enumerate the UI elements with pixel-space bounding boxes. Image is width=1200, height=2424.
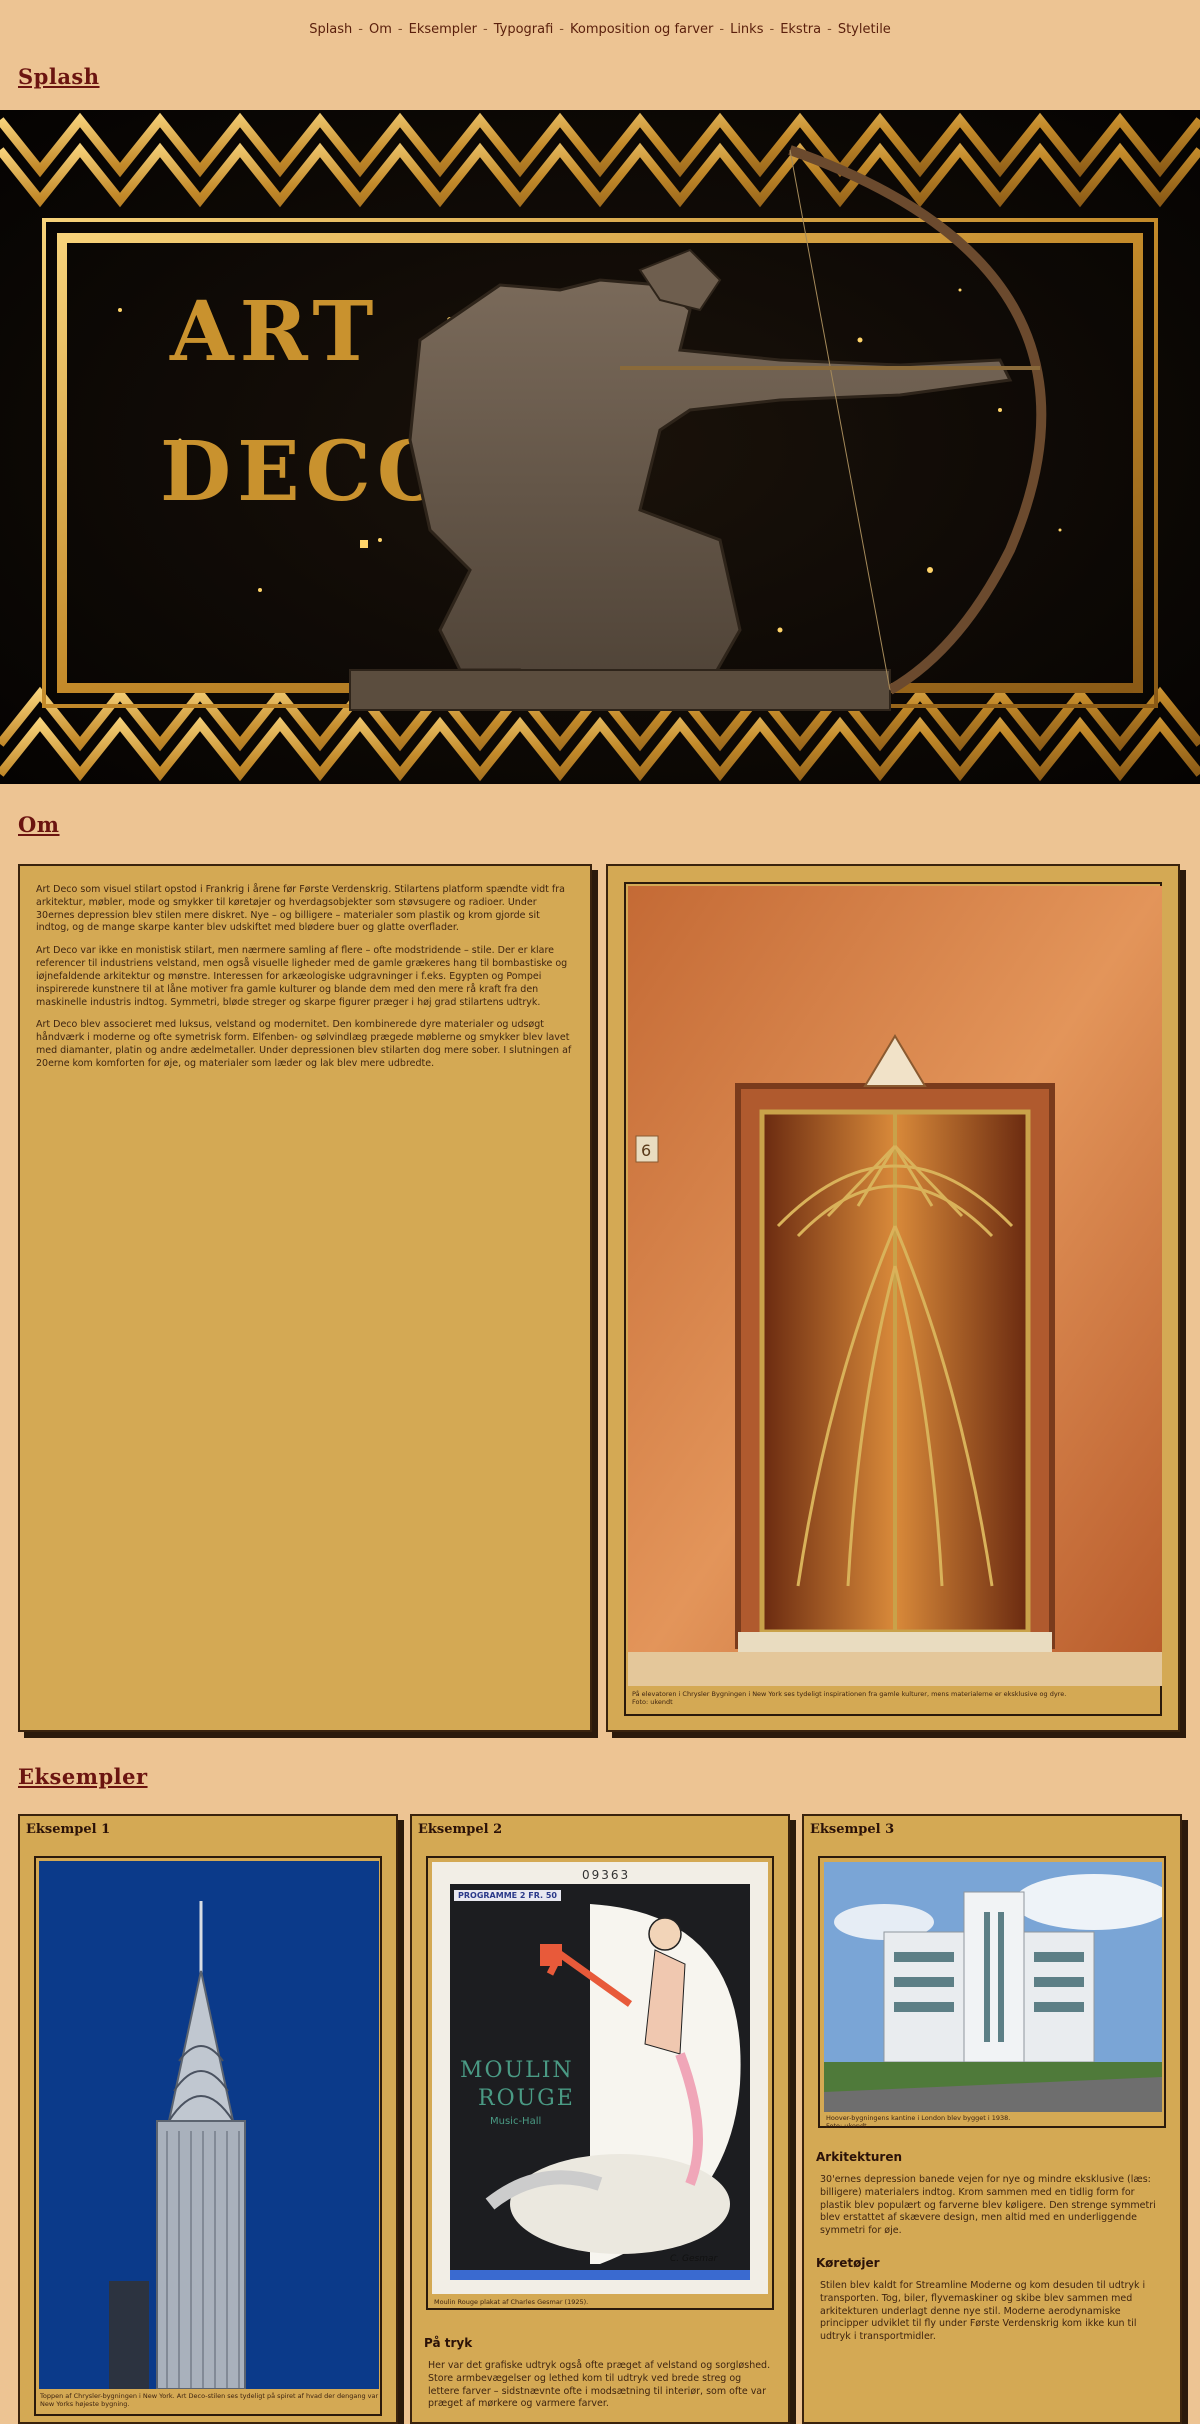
nav-link-typografi[interactable]: Typografi — [494, 22, 554, 37]
nav-separator: - — [483, 22, 488, 37]
hero-banner: ART DECO — [0, 110, 1200, 784]
example-1-title: Eksempel 1 — [26, 1822, 111, 1837]
section-title-om: Om — [18, 812, 60, 837]
example-3-text-koretojer: Stilen blev kaldt for Streamline Moderne… — [820, 2280, 1146, 2343]
example-1-image-frame: Toppen af Chrysler-bygningen i New York.… — [34, 1856, 382, 2416]
example-2-caption: Moulin Rouge plakat af Charles Gesmar (1… — [434, 2298, 589, 2306]
section-title-splash: Splash — [18, 64, 100, 89]
example-3-caption-text: Hoover-bygningens kantine i London blev … — [826, 2114, 1011, 2122]
hoover-building-image — [824, 1862, 1162, 2112]
example-1-caption: Toppen af Chrysler-bygningen i New York.… — [40, 2392, 379, 2409]
om-paragraph: Art Deco var ikke en monistisk stilart, … — [36, 945, 568, 1008]
nav-link-links[interactable]: Links — [730, 22, 763, 37]
om-paragraph: Art Deco blev associeret med luksus, vel… — [36, 1019, 572, 1069]
elevator-caption-credit: Foto: ukendt — [632, 1698, 673, 1707]
example-3-caption-credit: Foto: ukendt — [826, 2122, 867, 2131]
nav-separator: - — [397, 22, 403, 37]
poster-signature: C. Gesmar — [670, 2254, 718, 2264]
example-2-heading: På tryk — [424, 2336, 473, 2350]
main-nav: Splash - Om - Eksempler - Typografi - Kompositio… — [0, 22, 1200, 37]
poster-artwork: PROGRAMME 2 FR. 50 MOULIN ROUGE Music-Ha… — [450, 1884, 750, 2280]
elevator-caption: På elevatoren i Chrysler Bygningen i New… — [632, 1690, 1152, 1706]
nav-separator: - — [827, 22, 832, 37]
example-3-heading-arkitekturen: Arkitekturen — [816, 2150, 903, 2164]
poster-title-1: MOULIN — [460, 2058, 574, 2083]
nav-link-komposition[interactable]: Komposition og farver — [570, 22, 713, 37]
example-card-1: Eksempel 1 Toppen af Chrysler-bygningen … — [18, 1814, 398, 2424]
elevator-image-frame: 6 På elevatoren i Chrysler Bygningen i N… — [624, 882, 1162, 1716]
example-3-heading-koretojer: Køretøjer — [816, 2256, 880, 2270]
om-paragraph: Art Deco som visuel stilart opstod i Fra… — [36, 884, 565, 934]
example-2-title: Eksempel 2 — [418, 1822, 503, 1837]
om-image-panel: 6 På elevatoren i Chrysler Bygningen i N… — [606, 864, 1180, 1732]
nav-separator: - — [559, 22, 564, 37]
nav-separator: - — [719, 22, 725, 37]
example-3-text-arkitekturen: 30'ernes depression banede vejen for nye… — [820, 2174, 1156, 2237]
nav-link-splash[interactable]: Splash — [309, 22, 352, 37]
nav-link-om[interactable]: Om — [369, 22, 392, 37]
nav-separator: - — [769, 22, 775, 37]
example-2-image-frame: 09363 PROGRAMME 2 FR. 50 MOULIN ROUGE Mu… — [426, 1856, 774, 2310]
hero-art-deco-image: ART DECO — [0, 110, 1200, 784]
om-text-panel: Art Deco som visuel stilart opstod i Fra… — [18, 864, 592, 1732]
elevator-door-image: 6 — [628, 886, 1162, 1686]
moulin-rouge-poster: 09363 PROGRAMME 2 FR. 50 MOULIN ROUGE Mu… — [432, 1862, 768, 2294]
section-title-eksempler: Eksempler — [18, 1764, 148, 1789]
elevator-caption-text: På elevatoren i Chrysler Bygningen i New… — [632, 1690, 1067, 1698]
hero-text-art: ART — [169, 284, 379, 380]
nav-link-eksempler[interactable]: Eksempler — [409, 22, 477, 37]
elevator-floor-number: 6 — [641, 1141, 651, 1160]
poster-title-2: ROUGE — [478, 2086, 575, 2111]
example-card-2: Eksempel 2 09363 PROGRAMME 2 FR. 50 MOUL… — [410, 1814, 790, 2424]
nav-link-ekstra[interactable]: Ekstra — [780, 22, 821, 37]
example-3-image-frame: Hoover-bygningens kantine i London blev … — [818, 1856, 1166, 2130]
poster-number: 09363 — [582, 1868, 631, 1882]
example-card-3: Eksempel 3 Hoover-bygningens kantine i L… — [802, 1814, 1182, 2424]
nav-link-styletile[interactable]: Styletile — [838, 22, 891, 37]
example-3-caption: Hoover-bygningens kantine i London blev … — [826, 2114, 1162, 2130]
example-3-title: Eksempel 3 — [810, 1822, 895, 1837]
poster-subtitle: Music-Hall — [490, 2116, 542, 2127]
nav-separator: - — [358, 22, 363, 37]
example-2-text: Her var det grafiske udtryk også ofte pr… — [428, 2360, 771, 2410]
chrysler-building-image — [39, 1861, 379, 2389]
